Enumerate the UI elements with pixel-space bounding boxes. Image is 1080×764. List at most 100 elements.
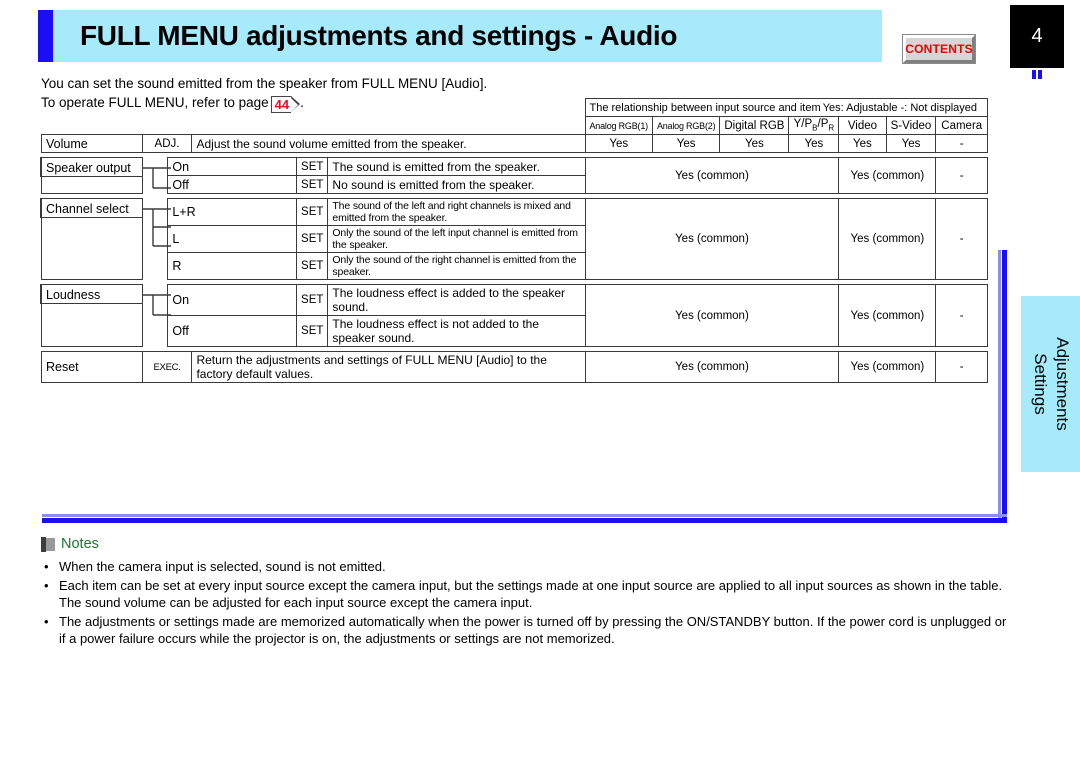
document-page: FULL MENU adjustments and settings - Aud… <box>0 0 1080 764</box>
row-label-loudness: Loudness <box>40 284 143 347</box>
table-legend: Yes: Adjustable -: Not displayed The rel… <box>584 98 988 117</box>
group-value-loudness-video: Yes (common) <box>838 284 937 347</box>
column-header-camera: Camera <box>935 116 988 135</box>
value-volume-ypbpr: Yes <box>788 134 840 153</box>
notes-list: • When the camera input is selected, sou… <box>41 558 1011 649</box>
tree-connector-icon <box>142 166 171 189</box>
option-name-speaker-off: Off <box>167 175 298 194</box>
option-name-loudness-off: Off <box>167 315 298 347</box>
note-text: The adjustments or settings made are mem… <box>59 614 1007 646</box>
option-name-speaker-on: On <box>167 157 298 176</box>
option-action-speaker-on: SET <box>296 157 329 176</box>
page-title: FULL MENU adjustments and settings - Aud… <box>80 20 678 51</box>
row-description-reset: Return the adjustments and settings of F… <box>191 351 586 383</box>
table-row-loudness-1: Loudness On SET The loudness effect is a… <box>40 284 988 347</box>
row-action-reset: EXEC. <box>141 351 193 383</box>
column-header-analog-rgb-1: Analog RGB(1) <box>584 116 653 135</box>
table-row-reset: Reset EXEC. Return the adjustments and s… <box>41 351 988 383</box>
table-legend-left: The relationship between input source an… <box>589 101 821 114</box>
page-number-badge: 4 <box>1010 5 1064 68</box>
contents-button-label: CONTENTS <box>905 42 973 56</box>
bullet-icon: • <box>44 559 49 574</box>
side-tab-adjustments-settings[interactable]: Adjustments Settings <box>1021 296 1080 472</box>
tree-connector-icon <box>142 207 171 247</box>
column-header-ypbpr: Y/PB/PR <box>788 116 840 135</box>
table-row-volume: Volume ADJ. Adjust the sound volume emit… <box>41 134 988 153</box>
contents-button[interactable]: CONTENTS <box>902 34 976 64</box>
title-accent-block <box>38 10 53 62</box>
option-description-speaker-on: The sound is emitted from the speaker. <box>327 157 586 176</box>
value-volume-analog-rgb-2: Yes <box>651 134 721 153</box>
row-action-volume: ADJ. <box>141 134 193 153</box>
bullet-icon: • <box>44 614 49 629</box>
group-value-speaker-output-video: Yes (common) <box>838 157 937 194</box>
table-row-channel-select-1: Channel select L+R SET The sound of the … <box>40 198 988 280</box>
option-name-loudness-on: On <box>167 284 298 316</box>
list-item: • When the camera input is selected, sou… <box>41 558 1011 575</box>
tree-connector-icon <box>142 293 171 316</box>
side-tab-line-2: Settings <box>1030 353 1050 415</box>
page-title-bar: FULL MENU adjustments and settings - Aud… <box>38 10 882 62</box>
option-description-speaker-off: No sound is emitted from the speaker. <box>327 175 586 194</box>
option-name-channel-r: R <box>167 252 298 280</box>
notes-header: Notes <box>41 536 99 552</box>
tree-connector-speaker-output <box>142 158 171 194</box>
option-name-channel-l: L <box>167 225 298 253</box>
tree-connector-loudness <box>142 285 171 347</box>
option-name-channel-lr: L+R <box>167 198 298 226</box>
option-action-loudness-off: SET <box>296 315 329 347</box>
tree-connector-channel-select <box>142 199 171 280</box>
note-text: Each item can be set at every input sour… <box>59 578 1003 610</box>
group-value-reset-rgb: Yes (common) <box>584 351 840 383</box>
notes-title: Notes <box>61 536 99 552</box>
value-volume-s-video: Yes <box>885 134 937 153</box>
option-action-speaker-off: SET <box>296 175 329 194</box>
group-value-loudness-camera: - <box>935 284 988 347</box>
horizontal-rule <box>42 514 1007 523</box>
option-action-loudness-on: SET <box>296 284 329 316</box>
option-action-channel-l: SET <box>296 225 329 253</box>
side-tab-text: Adjustments Settings <box>1029 337 1073 431</box>
value-volume-camera: - <box>935 134 988 153</box>
column-header-digital-rgb: Digital RGB <box>719 116 790 135</box>
table-legend-row: Yes: Adjustable -: Not displayed The rel… <box>42 98 988 117</box>
intro-line-1: You can set the sound emitted from the s… <box>41 76 488 91</box>
group-value-speaker-output-rgb: Yes (common) <box>584 157 840 194</box>
option-description-loudness-off: The loudness effect is not added to the … <box>327 315 586 347</box>
group-value-channel-select-video: Yes (common) <box>838 198 937 280</box>
option-description-channel-lr: The sound of the left and right channels… <box>327 198 586 226</box>
value-volume-digital-rgb: Yes <box>719 134 790 153</box>
option-action-channel-lr: SET <box>296 198 329 226</box>
option-description-loudness-on: The loudness effect is added to the spea… <box>327 284 586 316</box>
table-legend-right: Yes: Adjustable -: Not displayed <box>822 101 977 114</box>
row-description-volume: Adjust the sound volume emitted from the… <box>191 134 586 153</box>
table-row-speaker-output-1: Speaker output On SET The sound is emitt… <box>40 157 988 194</box>
row-label-channel-select: Channel select <box>40 198 143 280</box>
vertical-rule <box>998 250 1007 522</box>
value-volume-video: Yes <box>838 134 887 153</box>
row-label-speaker-output: Speaker output <box>40 157 143 194</box>
table-header-row: Analog RGB(1) Analog RGB(2) Digital RGB … <box>42 116 988 135</box>
group-value-channel-select-camera: - <box>935 198 988 280</box>
group-value-reset-camera: - <box>935 351 988 383</box>
option-description-channel-l: Only the sound of the left input channel… <box>327 225 586 253</box>
note-book-icon <box>41 536 55 552</box>
row-label-volume: Volume <box>41 134 143 153</box>
group-value-reset-video: Yes (common) <box>838 351 937 383</box>
bullet-icon: • <box>44 578 49 593</box>
group-value-speaker-output-camera: - <box>935 157 988 194</box>
column-header-s-video: S-Video <box>885 116 937 135</box>
list-item: • The adjustments or settings made are m… <box>41 613 1011 647</box>
note-text: When the camera input is selected, sound… <box>59 559 386 574</box>
value-volume-analog-rgb-1: Yes <box>584 134 653 153</box>
page-marker-icon <box>1032 70 1042 79</box>
group-value-loudness-rgb: Yes (common) <box>584 284 840 347</box>
column-header-video: Video <box>838 116 887 135</box>
side-tab-line-1: Adjustments <box>1052 337 1072 431</box>
group-value-channel-select-rgb: Yes (common) <box>584 198 840 280</box>
column-header-analog-rgb-2: Analog RGB(2) <box>651 116 721 135</box>
option-action-channel-r: SET <box>296 252 329 280</box>
page-number: 4 <box>1031 25 1043 47</box>
list-item: • Each item can be set at every input so… <box>41 577 1011 611</box>
row-label-reset: Reset <box>41 351 143 383</box>
